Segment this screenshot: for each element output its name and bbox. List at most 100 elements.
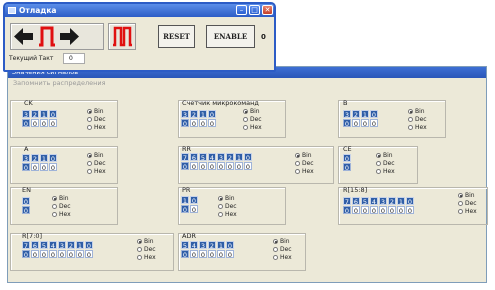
bit-value[interactable]: 0 — [361, 119, 369, 128]
bit-value[interactable]: 0 — [181, 205, 189, 214]
bit-value[interactable]: 0 — [352, 119, 360, 128]
radio-dec[interactable]: Dec — [87, 160, 106, 167]
radio-dot[interactable] — [458, 193, 463, 198]
bit-value[interactable]: 0 — [85, 250, 93, 259]
bit-value[interactable]: 0 — [31, 163, 39, 172]
radio-dot[interactable] — [458, 201, 463, 206]
bit-value[interactable]: 0 — [208, 250, 216, 259]
bit-value[interactable]: 0 — [370, 206, 378, 215]
bit-value[interactable]: 0 — [226, 162, 234, 171]
radio-dec[interactable]: Dec — [408, 116, 427, 123]
radio-bin[interactable]: Bin — [295, 152, 312, 159]
radio-dot[interactable] — [52, 204, 57, 209]
bit-value[interactable]: 0 — [49, 163, 57, 172]
radio-dec[interactable]: Dec — [458, 200, 477, 207]
bit-value[interactable]: 0 — [370, 119, 378, 128]
bit-value[interactable]: 0 — [22, 206, 30, 215]
radio-dec[interactable]: Dec — [295, 160, 314, 167]
radio-hex[interactable]: Hex — [87, 168, 106, 175]
radio-dot[interactable] — [295, 169, 300, 174]
radio-dec[interactable]: Dec — [376, 160, 395, 167]
radio-bin[interactable]: Bin — [218, 195, 235, 202]
radio-dot[interactable] — [52, 196, 57, 201]
radio-dot[interactable] — [218, 196, 223, 201]
bit-value[interactable]: 0 — [244, 162, 252, 171]
radio-dot[interactable] — [137, 255, 142, 260]
radio-dot[interactable] — [458, 209, 463, 214]
radio-dot[interactable] — [137, 239, 142, 244]
radio-hex[interactable]: Hex — [376, 168, 395, 175]
radio-hex[interactable]: Hex — [295, 168, 314, 175]
bit-value[interactable]: 0 — [40, 163, 48, 172]
minimize-button[interactable]: – — [236, 5, 247, 15]
bit-value[interactable]: 0 — [40, 250, 48, 259]
bit-value[interactable]: 0 — [181, 250, 189, 259]
radio-hex[interactable]: Hex — [273, 254, 292, 261]
radio-hex[interactable]: Hex — [243, 124, 262, 131]
radio-dot[interactable] — [87, 153, 92, 158]
radio-dot[interactable] — [295, 161, 300, 166]
bit-value[interactable]: 0 — [379, 206, 387, 215]
radio-dot[interactable] — [243, 117, 248, 122]
bit-value[interactable]: 0 — [22, 163, 30, 172]
radio-dot[interactable] — [295, 153, 300, 158]
radio-hex[interactable]: Hex — [458, 208, 477, 215]
single-pulse-icon[interactable] — [38, 26, 56, 47]
radio-bin[interactable]: Bin — [408, 108, 425, 115]
bit-value[interactable]: 0 — [361, 206, 369, 215]
radio-bin[interactable]: Bin — [87, 152, 104, 159]
bit-value[interactable]: 0 — [49, 250, 57, 259]
radio-dec[interactable]: Dec — [218, 203, 237, 210]
radio-dot[interactable] — [273, 247, 278, 252]
radio-bin[interactable]: Bin — [458, 192, 475, 199]
reset-button[interactable]: RESET — [158, 25, 195, 48]
radio-dot[interactable] — [243, 125, 248, 130]
bit-value[interactable]: 0 — [31, 119, 39, 128]
radio-dec[interactable]: Dec — [52, 203, 71, 210]
bit-value[interactable]: 0 — [397, 206, 405, 215]
bit-value[interactable]: 0 — [22, 250, 30, 259]
bit-value[interactable]: 0 — [343, 119, 351, 128]
radio-bin[interactable]: Bin — [87, 108, 104, 115]
radio-bin[interactable]: Bin — [273, 238, 290, 245]
bit-value[interactable]: 0 — [49, 119, 57, 128]
radio-bin[interactable]: Bin — [376, 152, 393, 159]
enable-button[interactable]: ENABLE — [206, 25, 255, 48]
radio-dec[interactable]: Dec — [243, 116, 262, 123]
step-back-icon[interactable] — [14, 27, 34, 46]
radio-dot[interactable] — [273, 239, 278, 244]
bit-value[interactable]: 0 — [343, 163, 351, 172]
close-button[interactable]: ✕ — [262, 5, 273, 15]
radio-dot[interactable] — [408, 109, 413, 114]
bit-value[interactable]: 0 — [199, 162, 207, 171]
radio-bin[interactable]: Bin — [137, 238, 154, 245]
bit-value[interactable]: 0 — [235, 162, 243, 171]
bit-value[interactable]: 0 — [343, 206, 351, 215]
radio-dot[interactable] — [87, 169, 92, 174]
radio-dot[interactable] — [408, 117, 413, 122]
bit-value[interactable]: 0 — [31, 250, 39, 259]
radio-hex[interactable]: Hex — [52, 211, 71, 218]
bit-value[interactable]: 0 — [226, 250, 234, 259]
radio-dot[interactable] — [218, 212, 223, 217]
radio-dot[interactable] — [273, 255, 278, 260]
maximize-button[interactable]: □ — [249, 5, 260, 15]
bit-value[interactable]: 0 — [217, 162, 225, 171]
radio-dot[interactable] — [243, 109, 248, 114]
bit-value[interactable]: 0 — [190, 250, 198, 259]
radio-dot[interactable] — [87, 125, 92, 130]
radio-hex[interactable]: Hex — [137, 254, 156, 261]
radio-bin[interactable]: Bin — [52, 195, 69, 202]
bit-value[interactable]: 0 — [217, 250, 225, 259]
radio-dot[interactable] — [87, 117, 92, 122]
radio-dot[interactable] — [52, 212, 57, 217]
radio-dot[interactable] — [408, 125, 413, 130]
bit-value[interactable]: 0 — [67, 250, 75, 259]
bit-value[interactable]: 0 — [199, 119, 207, 128]
bit-value[interactable]: 0 — [190, 119, 198, 128]
bit-value[interactable]: 0 — [352, 206, 360, 215]
bit-value[interactable]: 0 — [388, 206, 396, 215]
remember-distribution-menu[interactable]: Запомнить распределения — [8, 79, 486, 88]
bit-value[interactable]: 0 — [181, 119, 189, 128]
bit-value[interactable]: 0 — [22, 119, 30, 128]
